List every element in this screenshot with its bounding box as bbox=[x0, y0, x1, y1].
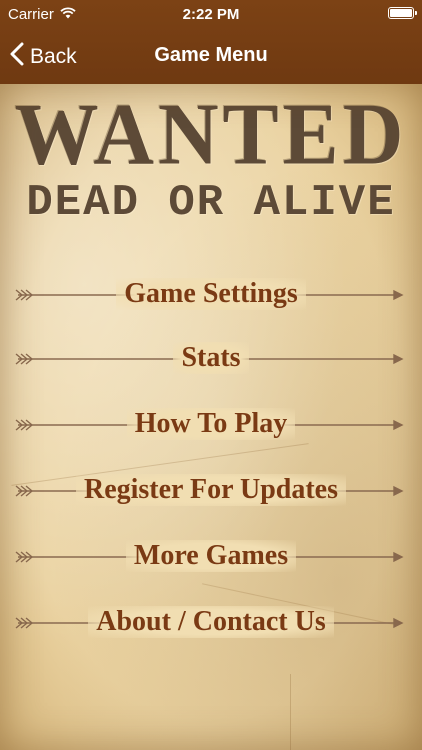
menu-item-how-to-play[interactable]: How To Play bbox=[0, 400, 422, 450]
menu-item-label: About / Contact Us bbox=[88, 606, 334, 638]
wanted-poster-background: WANTED DEAD OR ALIVE Game Settings Stats bbox=[0, 84, 422, 750]
menu-item-about-contact[interactable]: About / Contact Us bbox=[0, 598, 422, 648]
menu-item-label: Register For Updates bbox=[75, 474, 347, 506]
header-bar: Carrier 2:22 PM Back Game Menu bbox=[0, 0, 422, 84]
battery-icon bbox=[388, 7, 417, 19]
wanted-headline: WANTED bbox=[14, 85, 408, 184]
page-title: Game Menu bbox=[154, 44, 268, 66]
status-right bbox=[388, 7, 417, 19]
paper-crease bbox=[290, 674, 291, 750]
status-bar: Carrier 2:22 PM bbox=[0, 0, 422, 30]
menu-item-label: Game Settings bbox=[116, 278, 306, 310]
dead-or-alive-subline: DEAD OR ALIVE bbox=[26, 178, 396, 228]
menu-item-more-games[interactable]: More Games bbox=[0, 532, 422, 582]
menu-item-label: Stats bbox=[173, 342, 249, 374]
navigation-bar: Back Game Menu bbox=[0, 30, 422, 82]
status-time: 2:22 PM bbox=[182, 6, 240, 23]
menu-item-label: How To Play bbox=[126, 408, 296, 440]
menu-item-game-settings[interactable]: Game Settings bbox=[0, 270, 422, 320]
menu-item-stats[interactable]: Stats bbox=[0, 334, 422, 384]
menu-item-register-for-updates[interactable]: Register For Updates bbox=[0, 466, 422, 516]
menu-item-label: More Games bbox=[125, 540, 297, 572]
